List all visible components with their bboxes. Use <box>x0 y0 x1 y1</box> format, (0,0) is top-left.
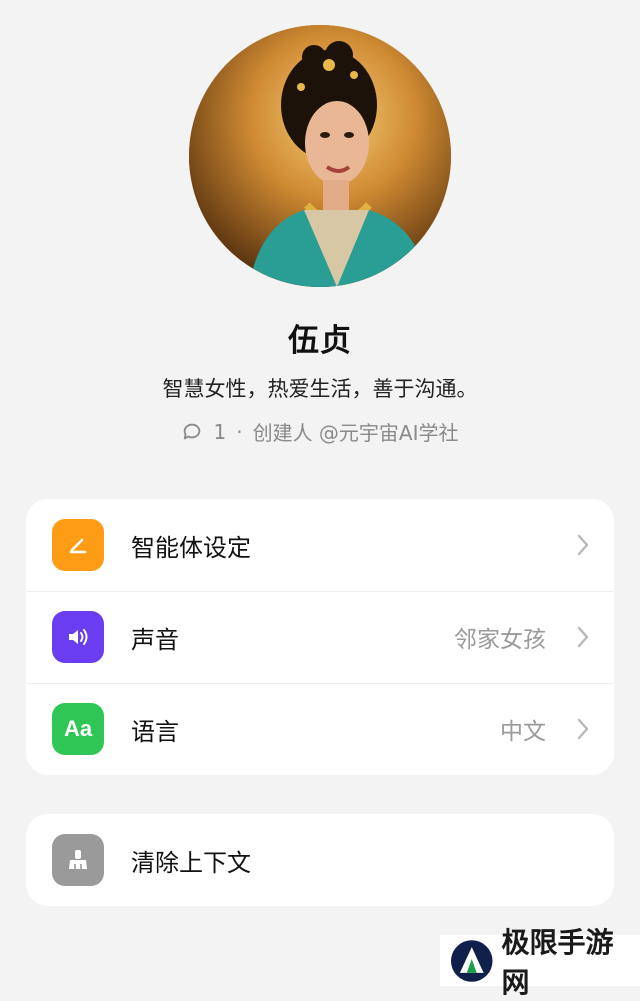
watermark-text: 极限手游网 <box>501 925 614 999</box>
pencil-icon <box>52 519 104 571</box>
action-clear-context[interactable]: 清除上下文 <box>26 814 614 906</box>
action-label: 清除上下文 <box>131 848 251 877</box>
watermark: 极限手游网 <box>440 926 640 999</box>
comment-count: 1 <box>213 419 227 444</box>
broom-icon <box>52 834 104 886</box>
settings-row-agent-setup[interactable]: 智能体设定 <box>26 499 614 591</box>
chevron-right-icon <box>577 626 589 648</box>
avatar <box>189 25 451 287</box>
meta-separator: · <box>236 419 243 444</box>
creator-label[interactable]: 创建人 @元宇宙AI学社 <box>253 417 459 446</box>
avatar-portrait-image <box>189 25 451 287</box>
agent-description: 智慧女性，热爱生活，善于沟通。 <box>162 377 478 401</box>
settings-row-language[interactable]: Aa 语言 中文 <box>26 683 614 775</box>
settings-row-voice[interactable]: 声音 邻家女孩 <box>26 591 614 683</box>
speaker-icon <box>52 611 104 663</box>
chevron-right-icon <box>577 534 589 556</box>
settings-card: 智能体设定 声音 邻家女孩 Aa 语言 中文 <box>26 499 614 775</box>
agent-meta: 1 · 创建人 @元宇宙AI学社 <box>0 417 640 446</box>
language-icon: Aa <box>52 703 104 755</box>
agent-name: 伍贞 <box>288 323 352 359</box>
comment-icon <box>184 423 201 439</box>
actions-card: 清除上下文 <box>26 814 614 906</box>
settings-value: 邻家女孩 <box>454 627 546 653</box>
watermark-logo-icon <box>450 939 493 982</box>
settings-label: 语言 <box>131 717 179 746</box>
settings-label: 声音 <box>131 625 179 654</box>
chevron-right-icon <box>577 718 589 740</box>
settings-label: 智能体设定 <box>131 533 251 562</box>
language-icon-glyph: Aa <box>63 716 93 741</box>
settings-value: 中文 <box>500 719 546 745</box>
